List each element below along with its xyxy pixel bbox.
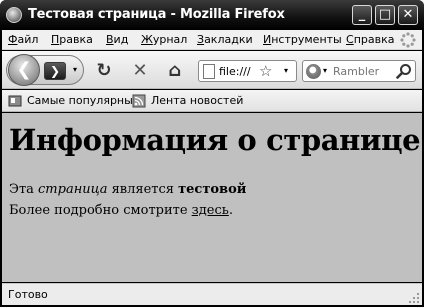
text-span: . xyxy=(228,203,233,218)
search-input[interactable] xyxy=(333,64,395,79)
bookmark-star-icon[interactable]: ☆ xyxy=(259,62,272,80)
minimize-button[interactable]: _ xyxy=(352,5,372,25)
navigation-toolbar: ❮ ❯ ▾ ↻ ✕ ⌂ file:/// ☆ ▾ ▾ xyxy=(2,51,422,89)
maximize-button[interactable]: □ xyxy=(375,5,395,25)
bookmark-item-popular[interactable]: Самые популярные xyxy=(8,94,140,108)
menu-tools[interactable]: Инструменты xyxy=(263,33,342,46)
here-link[interactable]: здесь xyxy=(192,203,229,218)
status-text: Готово xyxy=(8,288,48,301)
bookmark-folder-icon xyxy=(8,95,22,107)
back-button[interactable]: ❮ xyxy=(8,54,40,86)
search-icon[interactable] xyxy=(396,63,412,79)
menu-edit[interactable]: Правка xyxy=(51,33,93,46)
rss-feed-icon xyxy=(132,94,146,108)
menu-help[interactable]: Справка xyxy=(346,33,394,46)
status-bar: Готово xyxy=(2,283,422,305)
emphasis-text: страница xyxy=(38,182,108,197)
text-span: Более подробно смотрите xyxy=(9,203,192,218)
stop-button[interactable]: ✕ xyxy=(129,60,151,82)
menu-view[interactable]: Вид xyxy=(106,33,128,46)
search-bar[interactable]: ▾ xyxy=(302,60,416,82)
throbber-icon xyxy=(400,32,416,48)
text-span: Эта xyxy=(9,182,39,197)
firefox-icon xyxy=(6,7,22,23)
text-span: является xyxy=(107,182,179,197)
home-button[interactable]: ⌂ xyxy=(164,60,186,82)
url-field[interactable]: file:/// xyxy=(219,65,257,78)
resize-grip-icon[interactable] xyxy=(408,292,420,304)
browser-window: Тестовая страница - Mozilla Firefox _ □ … xyxy=(0,0,424,307)
engine-dropdown-icon[interactable]: ▾ xyxy=(323,66,327,75)
close-button[interactable]: ✕ xyxy=(398,5,418,25)
forward-button[interactable]: ❯ xyxy=(44,62,66,80)
paragraph-1: Эта страница является тестовой xyxy=(9,182,246,197)
paragraph-2: Более подробно смотрите здесь. xyxy=(9,203,233,218)
page-icon xyxy=(203,64,215,79)
title-bar[interactable]: Тестовая страница - Mozilla Firefox _ □ … xyxy=(0,0,424,30)
page-heading: Информация о странице xyxy=(9,123,421,157)
bookmark-label: Лента новостей xyxy=(151,94,244,107)
bookmark-label: Самые популярные xyxy=(27,94,140,107)
address-bar[interactable]: file:/// ☆ ▾ xyxy=(198,60,297,82)
page-content: Информация о странице Эта страница являе… xyxy=(2,113,422,282)
bookmarks-toolbar: Самые популярные Лента новостей xyxy=(2,90,422,112)
menu-file[interactable]: Файл xyxy=(8,33,38,46)
menu-bookmarks[interactable]: Закладки xyxy=(197,33,253,46)
window-title: Тестовая страница - Mozilla Firefox xyxy=(28,7,285,22)
strong-text: тестовой xyxy=(178,182,247,197)
bookmark-item-news-feed[interactable]: Лента новостей xyxy=(132,94,244,108)
url-dropdown-icon[interactable]: ▾ xyxy=(284,66,288,75)
search-engine-icon[interactable] xyxy=(306,64,321,79)
menu-history[interactable]: Журнал xyxy=(141,33,187,46)
reload-button[interactable]: ↻ xyxy=(93,60,115,82)
history-dropdown-button[interactable]: ▾ xyxy=(70,65,80,75)
menu-bar: Файл Правка Вид Журнал Закладки Инструме… xyxy=(2,30,422,50)
